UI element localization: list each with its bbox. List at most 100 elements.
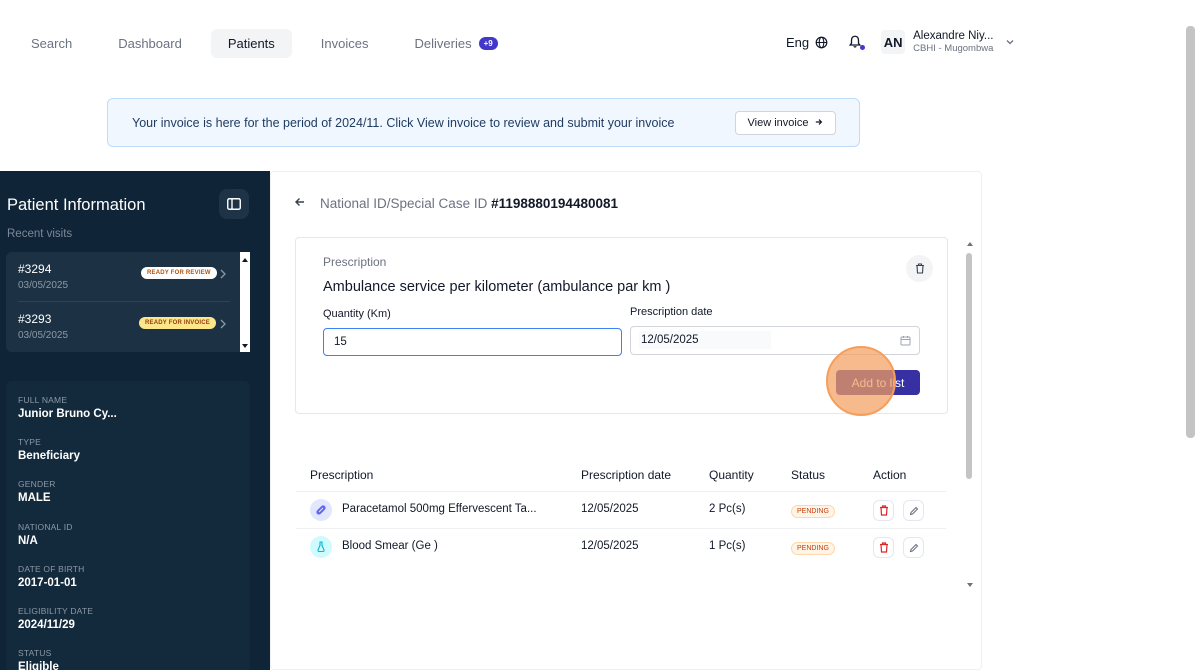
user-info[interactable]: Alexandre Niy... CBHI - Mugombwa <box>913 30 993 54</box>
prescription-name: Blood Smear (Ge ) <box>342 540 438 552</box>
prescription-date-field[interactable]: 12/05/2025 <box>630 326 920 355</box>
trash-icon <box>915 263 924 274</box>
nav-label: Invoices <box>320 36 369 51</box>
view-invoice-button[interactable]: View invoice <box>735 111 836 135</box>
prescription-name: Paracetamol 500mg Effervescent Ta... <box>342 503 537 515</box>
add-to-list-button[interactable]: Add to list <box>836 370 920 395</box>
trash-icon <box>879 542 888 553</box>
prescription-quantity: 2 Pc(s) <box>709 503 746 515</box>
nav-label: Patients <box>227 36 275 51</box>
back-arrow-icon[interactable] <box>294 196 306 208</box>
detail-national-id: NATIONAL ID N/A <box>18 522 73 547</box>
prescription-date: 12/05/2025 <box>581 503 639 515</box>
arrow-right-icon <box>815 117 823 129</box>
section-label: Prescription <box>323 255 387 269</box>
nav-label: Deliveries <box>414 36 472 51</box>
detail-status: STATUS Eligible <box>18 648 59 670</box>
calendar-icon <box>900 336 911 346</box>
notifications-button[interactable] <box>848 34 866 50</box>
prescription-panel: National ID/Special Case ID #11988801944… <box>270 171 982 670</box>
detail-gender: GENDER MALE <box>18 479 56 504</box>
globe-icon <box>815 36 828 48</box>
language-selector[interactable]: Eng <box>786 35 828 50</box>
language-label: Eng <box>786 34 810 50</box>
status-badge: PENDING <box>791 542 835 555</box>
banner-text: Your invoice is here for the period of 2… <box>132 115 675 130</box>
page-scrollbar[interactable] <box>1186 26 1195 438</box>
detail-value: MALE <box>18 492 51 504</box>
prescription-form: Prescription Ambulance service per kilom… <box>295 237 948 416</box>
delete-row-button[interactable] <box>873 537 894 558</box>
visit-date: 03/05/2025 <box>18 280 69 291</box>
nav-invoices[interactable]: Invoices <box>304 29 386 58</box>
column-header: Quantity <box>709 468 754 482</box>
detail-type: TYPE Beneficiary <box>18 437 80 462</box>
status-badge: PENDING <box>791 505 835 518</box>
visit-id: #3294 <box>18 262 52 276</box>
column-header: Prescription <box>310 468 374 482</box>
case-id: #1198880194480081 <box>491 196 618 211</box>
chevron-down-icon[interactable] <box>1005 37 1015 47</box>
user-name: Alexandre Niy... <box>913 30 994 42</box>
service-name: Ambulance service per kilometer (ambulan… <box>323 279 671 295</box>
nav-deliveries[interactable]: Deliveries +9 <box>398 29 515 58</box>
prescription-date: 12/05/2025 <box>581 540 639 552</box>
quantity-input[interactable] <box>323 328 622 356</box>
detail-label: TYPE <box>18 437 42 447</box>
flask-icon <box>310 536 332 558</box>
detail-eligibility-date: ELIGIBILITY DATE 2024/11/29 <box>18 606 93 631</box>
visit-status-badge: READY FOR INVOICE <box>139 317 216 329</box>
column-header: Status <box>791 468 826 482</box>
user-organization: CBHI - Mugombwa <box>913 43 994 54</box>
detail-date-of-birth: DATE OF BIRTH 2017-01-01 <box>18 564 85 589</box>
nav-patients[interactable]: Patients <box>210 29 292 58</box>
edit-row-button[interactable] <box>903 500 924 521</box>
detail-value: Junior Bruno Cy... <box>18 408 117 420</box>
view-invoice-label: View invoice <box>747 117 809 129</box>
delete-row-button[interactable] <box>873 500 894 521</box>
patient-details-card: FULL NAME Junior Bruno Cy... TYPE Benefi… <box>6 381 250 670</box>
chevron-right-icon <box>220 269 226 279</box>
page-title: National ID/Special Case ID #11988801944… <box>320 196 618 211</box>
panel-toggle-icon <box>227 198 241 210</box>
panel-scrollbar[interactable] <box>966 253 972 479</box>
header-actions: Eng AN Alexandre Niy... CBHI - Mugombwa <box>786 30 1015 54</box>
visit-item[interactable]: #3294 03/05/2025 READY FOR REVIEW <box>6 252 240 302</box>
prescription-date-label: Prescription date <box>630 306 713 318</box>
detail-value: 2017-01-01 <box>18 577 77 589</box>
table-row: Blood Smear (Ge ) 12/05/2025 1 Pc(s) PEN… <box>296 528 946 565</box>
visit-id: #3293 <box>18 312 52 326</box>
chevron-right-icon <box>220 319 226 329</box>
scroll-up-icon[interactable] <box>965 240 975 248</box>
detail-value: Beneficiary <box>18 450 81 462</box>
scroll-up-icon <box>242 258 248 262</box>
sidebar-subtitle: Recent visits <box>7 228 73 240</box>
scroll-down-icon <box>242 344 248 348</box>
case-label: National ID/Special Case ID <box>320 196 488 211</box>
edit-row-button[interactable] <box>903 537 924 558</box>
notification-dot <box>860 45 866 50</box>
visits-scrollbar[interactable] <box>240 252 250 352</box>
nav-search[interactable]: Search <box>14 29 89 58</box>
avatar[interactable]: AN <box>881 30 906 54</box>
detail-label: FULL NAME <box>18 395 68 405</box>
recent-visits-list: #3294 03/05/2025 READY FOR REVIEW #3293 … <box>6 252 250 352</box>
delete-button[interactable] <box>906 255 933 282</box>
scroll-down-icon[interactable] <box>965 581 975 589</box>
nav-dashboard[interactable]: Dashboard <box>101 29 199 58</box>
visit-date: 03/05/2025 <box>18 330 69 341</box>
pencil-icon <box>909 543 918 552</box>
prescription-quantity: 1 Pc(s) <box>709 540 746 552</box>
visit-item[interactable]: #3293 03/05/2025 READY FOR INVOICE <box>6 302 240 352</box>
sidebar-toggle-button[interactable] <box>219 189 249 219</box>
detail-label: STATUS <box>18 648 52 658</box>
detail-label: ELIGIBILITY DATE <box>18 606 94 616</box>
trash-icon <box>879 505 888 516</box>
table-row: Paracetamol 500mg Effervescent Ta... 12/… <box>296 491 946 528</box>
invoice-banner: Your invoice is here for the period of 2… <box>107 98 860 147</box>
prescription-date-value: 12/05/2025 <box>639 331 771 349</box>
detail-value: Eligible <box>18 661 59 670</box>
column-header: Action <box>873 468 907 482</box>
sidebar-title: Patient Information <box>7 196 146 214</box>
pencil-icon <box>909 506 918 515</box>
